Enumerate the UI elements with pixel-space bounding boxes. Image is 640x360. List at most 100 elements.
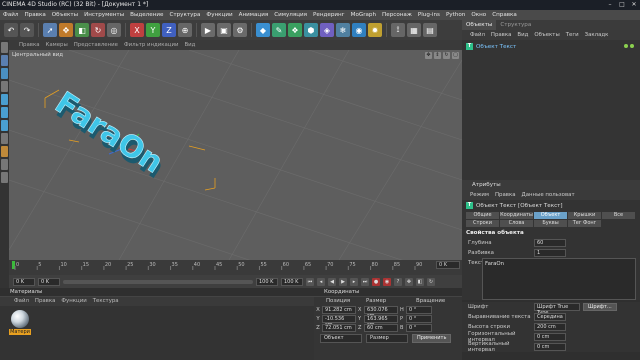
attr-menu-userdata[interactable]: Данные пользоват [522, 190, 575, 200]
prev-key-icon[interactable]: ◂ [317, 277, 325, 286]
mat-menu-file[interactable]: Файл [14, 297, 29, 306]
cube-icon[interactable]: ◆ [256, 23, 270, 37]
max-frame-field[interactable]: 100 K [281, 277, 303, 286]
menu-help[interactable]: Справка [489, 12, 520, 18]
menu-animation[interactable]: Анимация [236, 12, 272, 18]
pos-z-field[interactable]: 72.051 cm [322, 323, 356, 332]
obj-menu-objects[interactable]: Объекты [534, 30, 559, 40]
editor-visibility-dot[interactable] [624, 44, 628, 48]
obj-menu-view[interactable]: Вид [517, 30, 528, 40]
array-icon[interactable]: ⬢ [304, 23, 318, 37]
pos-y-field[interactable]: -10.536 cm [322, 314, 356, 328]
tab-caps[interactable]: Крышки [568, 212, 601, 219]
size-y-field[interactable]: 163.965 cm [364, 314, 398, 328]
environment-icon[interactable]: ❄ [336, 23, 350, 37]
menu-functions[interactable]: Функции [203, 12, 235, 18]
rotate-icon[interactable]: ↻ [91, 23, 105, 37]
soft-selection-icon[interactable] [1, 172, 8, 183]
maximize-icon[interactable]: □ [616, 0, 628, 10]
line-height-field[interactable]: 200 cm [534, 323, 566, 331]
axis-mode-icon[interactable] [1, 133, 8, 144]
workplane-icon[interactable]: ▦ [407, 23, 421, 37]
vp-menu-cameras[interactable]: Камеры [46, 42, 68, 48]
play-back-icon[interactable]: ◀ [328, 277, 336, 286]
tab-objects[interactable]: Объекты [462, 20, 497, 30]
viewport-toggle-icon[interactable]: ▢ [452, 52, 459, 59]
timeline-end-field[interactable]: 0 K [436, 261, 460, 269]
object-visibility-flags[interactable] [624, 44, 634, 48]
perspective-viewport[interactable]: FaraOn FaraOn Центральный вид ✥ ⇕ ↻ ▢ [9, 50, 462, 260]
key-selection-icon[interactable]: ? [394, 277, 402, 286]
tab-basic[interactable]: Общие [466, 212, 499, 219]
menu-file[interactable]: Файл [0, 12, 21, 18]
v-spacing-field[interactable]: 0 cm [534, 343, 566, 351]
mat-menu-edit[interactable]: Правка [35, 297, 56, 306]
menu-objects[interactable]: Объекты [49, 12, 81, 18]
redo-icon[interactable]: ↷ [20, 23, 34, 37]
obj-menu-file[interactable]: Файл [470, 30, 485, 40]
layout-icon[interactable]: ▤ [423, 23, 437, 37]
menu-simulation[interactable]: Симуляция [271, 12, 310, 18]
edges-mode-icon[interactable] [1, 107, 8, 118]
apply-button[interactable]: Применить [412, 334, 452, 343]
scale-icon[interactable]: ◧ [75, 23, 89, 37]
tab-structure[interactable]: Структура [496, 20, 535, 30]
coord-system-icon[interactable]: ⊕ [178, 23, 192, 37]
points-mode-icon[interactable] [1, 94, 8, 105]
snap-settings-icon[interactable] [1, 159, 8, 170]
text-input[interactable]: FaraOn [482, 258, 636, 300]
material-item[interactable]: Матери [9, 310, 31, 336]
coord-mode-select[interactable]: Объект [320, 334, 362, 343]
menu-character[interactable]: Персонаж [379, 12, 415, 18]
tab-phong[interactable]: Тег Фонг [568, 220, 601, 227]
end-frame-field[interactable]: 100 K [256, 277, 278, 286]
texture-mode-icon[interactable] [1, 68, 8, 79]
go-start-icon[interactable]: ⏮ [306, 277, 314, 286]
vp-menu-view[interactable]: Вид [184, 42, 195, 48]
recent-tool-icon[interactable]: ◎ [107, 23, 121, 37]
snap-icon[interactable]: ⟟ [391, 23, 405, 37]
record-icon[interactable]: ● [372, 277, 380, 286]
light-icon[interactable]: ✹ [368, 23, 382, 37]
timeline[interactable]: 0 5 10 15 20 25 30 35 40 45 50 55 60 65 70 75 80 85 90 0 K [9, 260, 462, 275]
render-visibility-dot[interactable] [630, 44, 634, 48]
rot-b-field[interactable]: 0 ° [406, 323, 432, 332]
font-button[interactable]: Шрифт... [583, 303, 617, 311]
y-axis-icon[interactable]: Y [146, 23, 160, 37]
pos-x-field[interactable]: 91.282 cm [322, 305, 356, 314]
select-arrow-icon[interactable]: ➚ [43, 23, 57, 37]
orbit-icon[interactable]: ↻ [443, 52, 450, 59]
mat-menu-functions[interactable]: Функции [61, 297, 86, 306]
menu-mograph[interactable]: MoGraph [348, 12, 379, 18]
undo-icon[interactable]: ↶ [4, 23, 18, 37]
x-axis-icon[interactable]: X [130, 23, 144, 37]
timeline-ruler[interactable]: 0 5 10 15 20 25 30 35 40 45 50 55 60 65 70 75 80 85 90 [9, 260, 429, 270]
spline-pen-icon[interactable]: ✎ [272, 23, 286, 37]
go-end-icon[interactable]: ⏭ [361, 277, 369, 286]
tab-words[interactable]: Слова [500, 220, 533, 227]
minimize-icon[interactable]: – [604, 0, 616, 10]
attr-menu-edit[interactable]: Правка [495, 190, 516, 200]
menu-edit[interactable]: Правка [21, 12, 48, 18]
tab-lines[interactable]: Строки [466, 220, 499, 227]
attr-menu-mode[interactable]: Режим [470, 190, 489, 200]
menu-render[interactable]: Рендеринг [310, 12, 348, 18]
key-position-icon[interactable]: ✥ [405, 277, 413, 286]
move-icon[interactable]: ✥ [59, 23, 73, 37]
size-z-field[interactable]: 60 cm [364, 323, 398, 332]
mat-menu-texture[interactable]: Текстура [93, 297, 119, 306]
menu-plugins[interactable]: Plug-ins [415, 12, 443, 18]
subdivision-field[interactable]: 1 [534, 249, 566, 257]
font-select[interactable]: Шрифт True Type [534, 303, 580, 316]
workplane-mode-icon[interactable] [1, 81, 8, 92]
camera-icon[interactable]: ◉ [352, 23, 366, 37]
obj-menu-bookmarks[interactable]: Закладк [585, 30, 609, 40]
start-frame-field[interactable]: 0 K [38, 277, 60, 286]
menu-structure[interactable]: Структура [166, 12, 203, 18]
vp-menu-filter[interactable]: Фильтр индикации [124, 42, 179, 48]
object-row-text[interactable]: T Объект Текст [466, 43, 516, 50]
obj-menu-edit[interactable]: Правка [491, 30, 512, 40]
rot-p-field[interactable]: 0 ° [406, 314, 432, 323]
tweak-mode-icon[interactable] [1, 146, 8, 157]
align-select[interactable]: Середина [534, 313, 566, 321]
